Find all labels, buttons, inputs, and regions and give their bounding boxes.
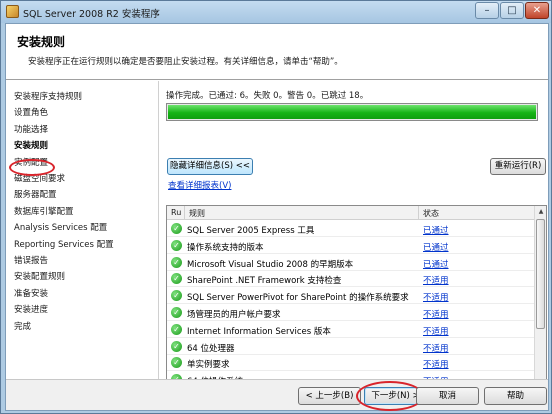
column-header-ru[interactable]: Ru xyxy=(171,208,181,217)
sidebar-step-item: 准备安装 xyxy=(14,288,49,299)
rerun-button[interactable]: 重新运行(R) xyxy=(490,158,546,175)
check-passed-icon: ✓ xyxy=(171,273,182,285)
progress-bar xyxy=(166,103,538,121)
check-passed-icon: ✓ xyxy=(171,239,182,251)
active-step-highlight-circle xyxy=(9,159,55,176)
rule-name: SharePoint .NET Framework 支持检查 xyxy=(187,276,342,287)
column-header-rule[interactable]: 规则 xyxy=(189,208,205,219)
sidebar-step-item: Reporting Services 配置 xyxy=(14,239,114,250)
column-divider[interactable] xyxy=(418,206,419,220)
page-title: 安装规则 xyxy=(17,35,66,49)
sidebar-step-item: 服务器配置 xyxy=(14,190,57,201)
rules-table-header: Ru 规则 状态 xyxy=(167,206,534,220)
page-header: 安装规则 安装程序正在运行规则以确定是否要阻止安装过程。有关详细信息，请单击“帮… xyxy=(6,24,548,80)
rule-name: 操作系统支持的版本 xyxy=(187,242,264,253)
cancel-button[interactable]: 取消 xyxy=(416,387,479,405)
maximize-button[interactable]: □ xyxy=(500,2,524,19)
rule-status-link[interactable]: 已通过 xyxy=(423,258,449,270)
rule-row[interactable]: ✓ Internet Information Services 版本 不适用 xyxy=(167,322,534,338)
rule-status-link[interactable]: 不适用 xyxy=(423,342,449,354)
sidebar-step-item: 设置角色 xyxy=(14,108,49,119)
back-button[interactable]: < 上一步(B) xyxy=(298,387,361,405)
rule-row[interactable]: ✓ Microsoft Visual Studio 2008 的早期版本 已通过 xyxy=(167,255,534,271)
rule-status-link[interactable]: 不适用 xyxy=(423,325,449,337)
sidebar-step-item: 安装程序支持规则 xyxy=(14,92,83,102)
client-area: 安装规则 安装程序正在运行规则以确定是否要阻止安装过程。有关详细信息，请单击“帮… xyxy=(5,23,549,411)
view-detailed-report-link[interactable]: 查看详细报表(V) xyxy=(168,179,231,191)
wizard-step-list: 安装程序支持规则 设置角色 功能选择 安装规则 实例配置 磁盘空间要求 服务器配置 数据库引擎… xyxy=(6,81,158,379)
check-passed-icon: ✓ xyxy=(171,323,182,335)
column-header-status[interactable]: 状态 xyxy=(423,208,439,219)
minimize-button[interactable]: – xyxy=(475,2,499,19)
sidebar-step-item: 错误报告 xyxy=(14,256,49,266)
sidebar-step-item: Analysis Services 配置 xyxy=(14,223,108,234)
column-divider[interactable] xyxy=(184,206,185,220)
rules-table-scrollbar[interactable]: ▲ ▼ xyxy=(534,206,546,390)
rule-status-link[interactable]: 不适用 xyxy=(423,358,449,370)
check-passed-icon: ✓ xyxy=(171,290,182,302)
check-passed-icon: ✓ xyxy=(171,340,182,352)
rule-name: 64 位处理器 xyxy=(187,343,235,354)
sidebar-step-item: 安装配置规则 xyxy=(14,272,66,283)
rule-row[interactable]: ✓ SQL Server 2005 Express 工具 已通过 xyxy=(167,221,534,237)
rule-status-link[interactable]: 不适用 xyxy=(423,274,449,286)
sidebar-divider xyxy=(158,81,159,379)
check-passed-icon: ✓ xyxy=(171,357,182,369)
hide-details-button[interactable]: 隐藏详细信息(S) << xyxy=(167,158,253,175)
rule-row[interactable]: ✓ 场管理员的用户帐户要求 不适用 xyxy=(167,305,534,321)
check-passed-icon: ✓ xyxy=(171,223,182,234)
close-button[interactable]: ✕ xyxy=(525,2,549,19)
rule-row[interactable]: ✓ 单实例要求 不适用 xyxy=(167,355,534,372)
rule-row[interactable]: ✓ 64 位处理器 不适用 xyxy=(167,339,534,355)
title-bar[interactable]: SQL Server 2008 R2 安装程序 – □ ✕ xyxy=(1,1,551,23)
sidebar-step-item: 安装规则 xyxy=(14,141,49,152)
sidebar-step-item: 功能选择 xyxy=(14,124,49,135)
rule-status-link[interactable]: 不适用 xyxy=(423,291,449,303)
rule-row[interactable]: ✓ 操作系统支持的版本 已通过 xyxy=(167,238,534,254)
rule-name: SQL Server PowerPivot for SharePoint 的操作… xyxy=(187,293,409,304)
help-button[interactable]: 帮助 xyxy=(484,387,547,405)
page-description: 安装程序正在运行规则以确定是否要阻止安装过程。有关详细信息，请单击“帮助”。 xyxy=(28,57,343,67)
sidebar-step-item: 完成 xyxy=(14,321,32,332)
rule-status-link[interactable]: 不适用 xyxy=(423,308,449,320)
rule-row[interactable]: ✓ SharePoint .NET Framework 支持检查 不适用 xyxy=(167,271,534,288)
sidebar-step-item: 安装进度 xyxy=(14,305,49,316)
scrollbar-thumb[interactable] xyxy=(536,219,545,329)
rule-name: Microsoft Visual Studio 2008 的早期版本 xyxy=(187,259,354,270)
sql-server-app-icon xyxy=(6,5,19,18)
next-button-highlight-circle xyxy=(356,381,424,411)
rule-name: 场管理员的用户帐户要求 xyxy=(187,310,281,320)
rule-name: Internet Information Services 版本 xyxy=(187,326,331,337)
rule-status-link[interactable]: 已通过 xyxy=(423,224,449,236)
progress-bar-fill xyxy=(168,105,536,119)
operation-status-text: 操作完成。已通过: 6。失败 0。警告 0。已跳过 18。 xyxy=(166,91,369,101)
rule-name: 单实例要求 xyxy=(187,360,230,371)
sidebar-step-item: 数据库引擎配置 xyxy=(14,206,74,217)
installer-window: SQL Server 2008 R2 安装程序 – □ ✕ 安装规则 安装程序正… xyxy=(0,0,552,414)
rules-table: Ru 规则 状态 ✓ SQL Server 2005 Express 工具 已通过 ✓… xyxy=(166,205,547,391)
window-title: SQL Server 2008 R2 安装程序 xyxy=(23,9,160,20)
rule-status-link[interactable]: 已通过 xyxy=(423,241,449,253)
check-passed-icon: ✓ xyxy=(171,256,182,268)
rule-name: SQL Server 2005 Express 工具 xyxy=(187,226,315,236)
check-passed-icon: ✓ xyxy=(171,307,182,318)
wizard-footer: < 上一步(B) 下一步(N) > 取消 帮助 xyxy=(6,379,548,411)
rule-row[interactable]: ✓ SQL Server PowerPivot for SharePoint 的操… xyxy=(167,288,534,305)
scroll-up-arrow-icon[interactable]: ▲ xyxy=(535,206,546,218)
